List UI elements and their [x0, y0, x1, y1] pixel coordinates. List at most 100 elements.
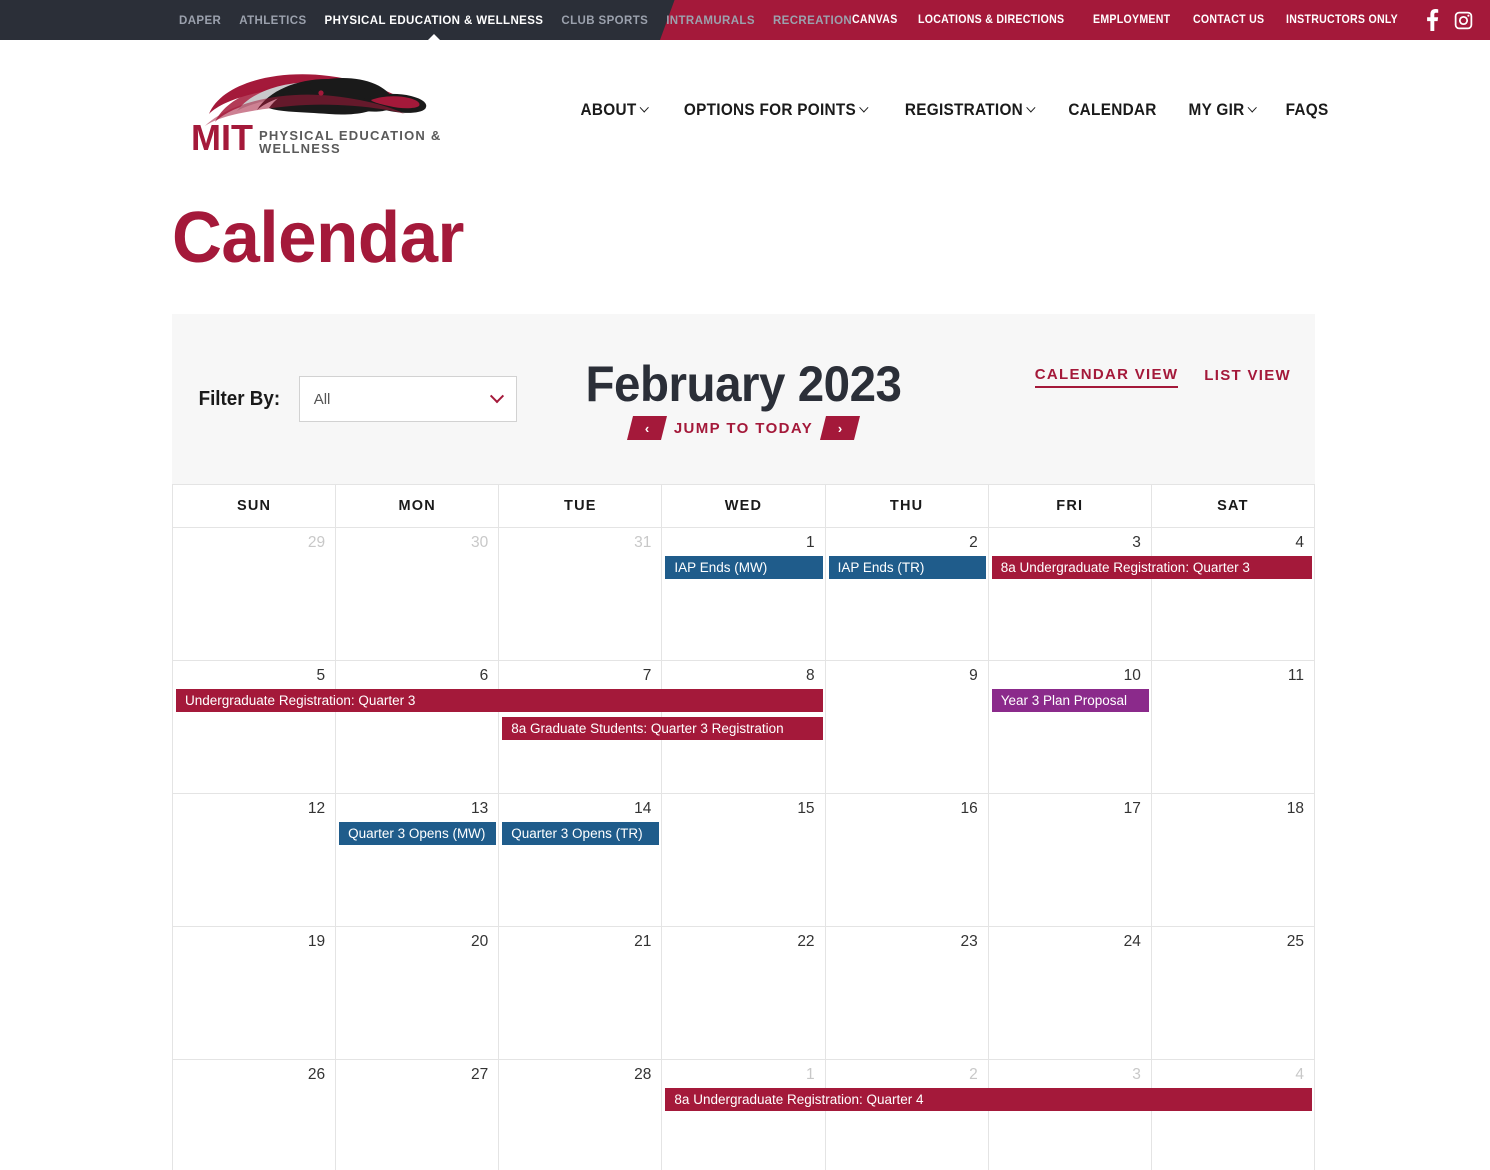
network-link-athletics[interactable]: ATHLETICS [239, 15, 306, 27]
day-number: 28 [634, 1066, 652, 1083]
calendar-day-cell[interactable]: 30 [336, 528, 500, 661]
utility-link-canvas[interactable]: CANVAS [852, 14, 898, 26]
day-number: 3 [1132, 1066, 1141, 1083]
chevron-down-icon [640, 102, 650, 113]
calendar-day-cell[interactable]: 11 [1151, 661, 1315, 794]
day-number: 24 [1123, 933, 1141, 950]
calendar-day-cell[interactable]: 3 [989, 1060, 1152, 1170]
day-number: 30 [471, 534, 489, 551]
calendar-day-cell[interactable]: 20 [336, 927, 500, 1060]
calendar-event[interactable]: IAP Ends (MW) [665, 556, 823, 579]
network-link-recreation[interactable]: RECREATION [773, 15, 852, 27]
nav-item-about[interactable]: ABOUT [581, 101, 650, 120]
day-number: 4 [1295, 534, 1304, 551]
calendar-day-cell[interactable]: 27 [336, 1060, 500, 1170]
svg-text:WELLNESS: WELLNESS [259, 141, 341, 156]
chevron-left-icon: ‹ [644, 420, 649, 436]
calendar-event[interactable]: 8a Undergraduate Registration: Quarter 3 [991, 556, 1312, 579]
calendar-day-cell[interactable]: 10 [988, 661, 1152, 794]
day-number: 29 [307, 534, 326, 551]
calendar-event[interactable]: 8a Graduate Students: Quarter 3 Registra… [502, 717, 823, 740]
nav-item-registration[interactable]: REGISTRATION [904, 100, 1036, 120]
filter-group: Filter By: All [196, 376, 517, 422]
day-number: 5 [316, 667, 326, 684]
calendar-day-cell[interactable]: 21 [499, 927, 663, 1060]
nav-item-faqs[interactable]: FAQS [1285, 101, 1328, 120]
calendar-day-cell[interactable]: 13 [336, 794, 500, 927]
calendar-day-cell[interactable]: 19 [173, 927, 337, 1060]
day-number: 13 [471, 800, 489, 817]
calendar-day-cell[interactable]: 6 [336, 661, 500, 794]
site-network-nav: DAPER ATHLETICS PHYSICAL EDUCATION & WELLN… [179, 11, 852, 40]
calendar-event[interactable]: 8a Undergraduate Registration: Quarter 4 [665, 1088, 1312, 1111]
calendar-day-cell[interactable]: 17 [988, 794, 1152, 927]
network-link-intramurals[interactable]: INTRAMURALS [666, 15, 755, 27]
day-number: 17 [1123, 800, 1141, 817]
calendar-event[interactable]: Year 3 Plan Proposal [991, 689, 1149, 712]
day-of-week-fri: FRI [988, 485, 1152, 528]
day-of-week-thu: THU [825, 485, 989, 528]
utility-link-contact-us[interactable]: CONTACT US [1193, 14, 1264, 26]
next-month-button[interactable]: › [820, 416, 861, 441]
calendar-day-cell[interactable]: 16 [825, 794, 989, 927]
nav-item-label: REGISTRATION [904, 100, 1023, 119]
calendar-day-cell[interactable]: 1 [662, 1060, 826, 1170]
calendar-day-cell[interactable]: 2 [826, 1060, 989, 1170]
instagram-icon[interactable] [1453, 10, 1474, 31]
network-link-physical-education-wellness[interactable]: PHYSICAL EDUCATION & WELLNESS [325, 15, 544, 27]
day-number: 11 [1287, 667, 1304, 684]
calendar-grid: SUN MON TUE WED THU FRI SAT 29 30 31 1 2 3 4 IAP Ends… [172, 484, 1315, 1170]
calendar-view-tab[interactable]: CALENDAR VIEW [1034, 366, 1179, 388]
nav-item-calendar[interactable]: CALENDAR [1068, 101, 1156, 120]
calendar-day-cell[interactable]: 24 [988, 927, 1152, 1060]
calendar-day-cell[interactable]: 29 [173, 528, 337, 661]
calendar-day-cell[interactable]: 12 [173, 794, 337, 927]
calendar-day-cell[interactable]: 9 [825, 661, 989, 794]
calendar-day-cell[interactable]: 23 [825, 927, 989, 1060]
network-link-daper[interactable]: DAPER [179, 15, 221, 27]
nav-item-my-gir[interactable]: MY GIR [1188, 101, 1257, 120]
social-links [1426, 9, 1490, 31]
calendar-day-cell[interactable]: 4 [1151, 528, 1315, 661]
calendar-day-cell[interactable]: 25 [1151, 927, 1315, 1060]
calendar-day-cell[interactable]: 31 [499, 528, 663, 661]
network-link-club-sports[interactable]: CLUB SPORTS [561, 15, 648, 27]
day-number: 21 [634, 933, 652, 950]
calendar-day-cell[interactable]: 14 [499, 794, 663, 927]
day-number: 19 [307, 933, 326, 950]
day-number: 22 [797, 933, 815, 950]
calendar-day-cell[interactable]: 1 [662, 528, 826, 661]
calendar-day-cell[interactable]: 26 [173, 1060, 337, 1170]
calendar-event[interactable]: IAP Ends (TR) [828, 556, 986, 579]
utility-link-employment[interactable]: EMPLOYMENT [1093, 14, 1170, 26]
list-view-tab[interactable]: LIST VIEW [1204, 367, 1291, 387]
calendar-event[interactable]: Quarter 3 Opens (TR) [502, 822, 660, 845]
day-number: 4 [1295, 1066, 1304, 1083]
site-logo[interactable]: MIT PHYSICAL EDUCATION & WELLNESS [179, 64, 449, 156]
calendar-day-cell[interactable]: 22 [662, 927, 826, 1060]
calendar-module: Filter By: All February 2023 ‹ JUMP TO T… [172, 314, 1315, 1170]
day-number: 31 [634, 534, 652, 551]
day-number: 9 [969, 667, 978, 684]
filter-select[interactable]: All [298, 376, 517, 422]
calendar-day-cell[interactable]: 2 [825, 528, 989, 661]
day-of-week-tue: TUE [499, 485, 663, 528]
calendar-day-cell[interactable]: 4 [1152, 1060, 1315, 1170]
day-number: 20 [471, 933, 489, 950]
jump-to-today-button[interactable]: JUMP TO TODAY [674, 420, 813, 437]
calendar-day-cell[interactable]: 3 [988, 528, 1152, 661]
utility-link-locations-directions[interactable]: LOCATIONS & DIRECTIONS [918, 14, 1064, 26]
calendar-day-cell[interactable]: 18 [1151, 794, 1315, 927]
prev-month-button[interactable]: ‹ [626, 416, 667, 441]
calendar-day-cell[interactable]: 5 [173, 661, 337, 794]
nav-item-options-for-points[interactable]: OPTIONS FOR POINTS [683, 101, 869, 120]
calendar-day-cell[interactable]: 15 [662, 794, 826, 927]
filter-label: Filter By: [198, 387, 281, 410]
facebook-icon[interactable] [1426, 9, 1439, 31]
utility-bar: DAPER ATHLETICS PHYSICAL EDUCATION & WELLN… [0, 0, 1490, 40]
calendar-event[interactable]: Quarter 3 Opens (MW) [339, 822, 497, 845]
calendar-day-cell[interactable]: 28 [499, 1060, 663, 1170]
utility-link-instructors-only[interactable]: INSTRUCTORS ONLY [1286, 14, 1398, 26]
calendar-week-row: 19 20 21 22 23 24 25 [173, 927, 1315, 1060]
calendar-event[interactable]: Undergraduate Registration: Quarter 3 [176, 689, 823, 712]
